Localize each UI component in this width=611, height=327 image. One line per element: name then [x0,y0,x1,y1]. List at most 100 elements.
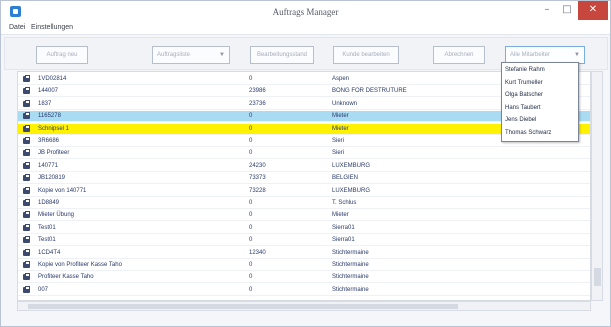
printer-icon[interactable] [23,285,30,293]
app-window: Auftrags Manager – □ ✕ Datei Einstellung… [0,0,611,327]
window-title: Auftrags Manager [272,7,339,17]
order-number-cell: 0 [249,200,253,206]
printer-icon[interactable] [23,211,30,219]
table-row[interactable]: 140771 24230 LUXEMBURG [18,161,590,172]
printer-icon[interactable] [23,149,30,157]
printer-icon[interactable] [23,236,30,244]
order-number-cell: 0 [249,76,253,82]
order-number-cell: 0 [249,150,253,157]
table-row[interactable]: 1CD4T4 12340 Stichtermaine [18,248,590,259]
printer-icon[interactable] [23,261,30,268]
billing-button[interactable]: Abrechnen [433,46,485,64]
vertical-scrollbar[interactable] [591,71,603,301]
order-location-cell: Sierra01 [332,224,355,231]
order-name-cell: 3R6686 [38,138,60,144]
maximize-button[interactable]: □ [557,1,577,20]
employee-dropdown-list: Stefanie Rahm Kurt Trumeller Olga Batscher… [501,62,579,142]
dropdown-option[interactable]: Thomas Schwarz [505,129,577,138]
table-row[interactable]: Kopie von 140771 73228 LUXEMBURG [18,186,590,197]
table-row[interactable]: 007 0 Stichtermaine [18,285,590,296]
order-list-combo-label: Auftragsliste [157,52,191,58]
order-location-cell: Mieter [332,113,349,120]
minimize-button[interactable]: – [537,1,557,20]
printer-icon[interactable] [23,87,30,95]
order-number-cell: 12340 [249,249,266,256]
printer-icon[interactable] [23,223,30,231]
order-name-cell: 140771 [38,162,59,169]
order-number-cell: 0 [249,262,253,268]
order-location-cell: Stichtermaine [332,262,369,268]
order-location-cell: Sieri [332,138,345,144]
table-row[interactable]: JB Profiteer 0 Sieri [18,148,590,160]
order-location-cell: BELGIEN [332,175,359,182]
dropdown-option[interactable]: Kurt Trumeller [505,79,577,88]
menu-datei[interactable]: Datei [9,24,25,31]
horizontal-scrollbar[interactable] [17,301,591,311]
printer-icon[interactable] [23,186,30,194]
table-row[interactable]: Kopie von Profiteer Kasse Taho 0 Stichterm… [18,260,590,271]
horizontal-scroll-thumb[interactable] [28,304,458,309]
dropdown-option[interactable]: Stefanie Rahm [505,66,577,75]
close-button[interactable]: ✕ [578,1,608,20]
chevron-down-icon: ▼ [574,52,580,58]
order-number-cell: 0 [249,138,253,144]
table-row[interactable]: 1D8849 0 T. Schlus [18,198,590,209]
order-number-cell: 73228 [249,187,266,194]
order-name-cell: Profiteer Kasse Taho [38,274,94,281]
title-bar: Auftrags Manager – □ ✕ [1,1,610,22]
printer-icon[interactable] [23,174,30,182]
order-number-cell: 0 [249,286,253,293]
order-number-cell: 0 [249,212,253,219]
order-number-cell: 0 [249,237,253,244]
order-number-cell: 24230 [249,162,266,169]
chevron-down-icon: ▼ [219,52,225,58]
printer-icon[interactable] [23,99,30,107]
new-order-button[interactable]: Auftrag neu [36,46,88,64]
order-location-cell: Unknown [332,100,358,107]
printer-icon[interactable] [23,124,30,132]
order-number-cell: 0 [249,274,253,281]
dropdown-option[interactable]: Jens Diebel [505,116,577,125]
order-location-cell: Aspen [332,76,350,82]
table-row[interactable]: Profiteer Kasse Taho 0 Stichtermaine [18,272,590,284]
order-name-cell: JB Profiteer [38,150,70,157]
edit-customer-button[interactable]: Kunde bearbeiten [333,46,399,64]
order-name-cell: 1CD4T4 [38,249,61,256]
order-name-cell: Mieter Übung [38,212,75,219]
order-number-cell: 23986 [249,88,266,95]
menu-bar: Datei Einstellungen [1,22,610,35]
order-name-cell: 144007 [38,88,59,95]
table-row[interactable]: Mieter Übung 0 Mieter [18,210,590,222]
order-location-cell: Stichtermaine [332,249,369,256]
order-list-combo[interactable]: Auftragsliste ▼ [152,46,230,64]
order-name-cell: Test01 [38,237,56,244]
printer-icon[interactable] [23,273,30,281]
printer-icon[interactable] [23,161,30,169]
order-number-cell: 23736 [249,100,266,107]
printer-icon[interactable] [23,112,30,120]
order-name-cell: 007 [38,286,49,293]
order-number-cell: 0 [249,113,253,120]
order-name-cell: JB120819 [38,175,66,182]
order-number-cell: 0 [249,224,253,231]
order-name-cell: Kopie von Profiteer Kasse Taho [38,262,122,268]
order-location-cell: BONG FOR DESTRUTURE [332,88,407,95]
printer-icon[interactable] [23,75,30,82]
order-number-cell: 73373 [249,175,266,182]
dropdown-option[interactable]: Olga Batscher [505,91,577,100]
order-location-cell: Mieter [332,212,349,219]
status-button[interactable]: Bearbeitungsstand [250,46,314,64]
menu-einstellungen[interactable]: Einstellungen [31,24,73,31]
vertical-scroll-thumb[interactable] [594,268,601,286]
order-name-cell: Kopie von 140771 [38,187,87,194]
order-location-cell: Stichtermaine [332,286,369,293]
printer-icon[interactable] [23,248,30,256]
order-name-cell: 1VD02814 [38,76,67,82]
table-row[interactable]: Test01 0 Sierra01 [18,223,590,234]
printer-icon[interactable] [23,137,30,144]
printer-icon[interactable] [23,199,30,206]
order-name-cell: 1837 [38,100,52,107]
table-row[interactable]: Test01 0 Sierra01 [18,235,590,247]
table-row[interactable]: JB120819 73373 BELGIEN [18,173,590,185]
dropdown-option[interactable]: Hans Taubert [505,104,577,113]
